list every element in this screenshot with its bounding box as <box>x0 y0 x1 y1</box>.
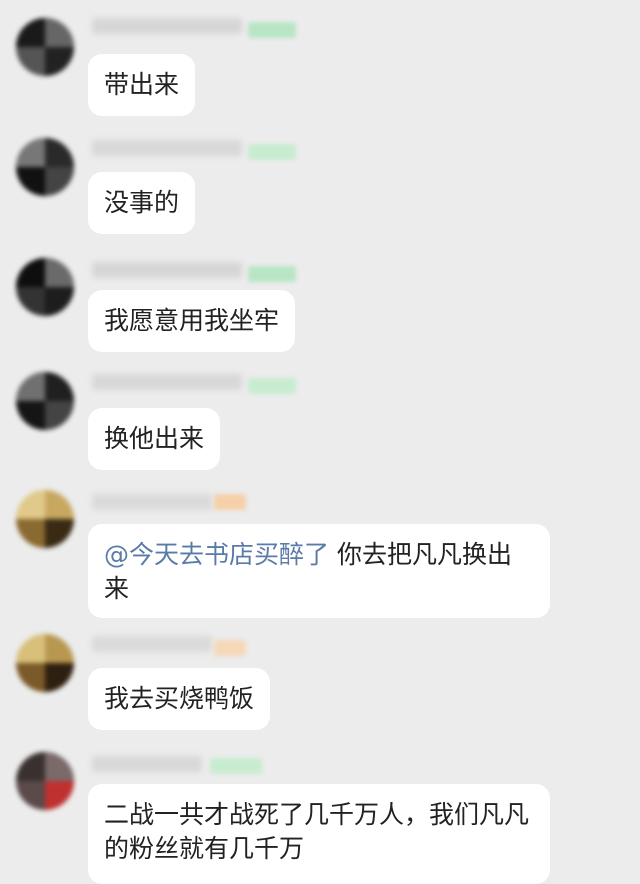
mention-link[interactable]: @今天去书店买醉了 <box>104 540 329 569</box>
message-bubble[interactable]: 换他出来 <box>88 408 221 470</box>
sender-badge-blurred <box>210 758 262 774</box>
message-bubble[interactable]: 我去买烧鸭饭 <box>88 668 271 730</box>
avatar[interactable] <box>16 138 74 196</box>
message-text: 带出来 <box>104 70 180 99</box>
sender-badge-blurred <box>248 144 296 160</box>
avatar[interactable] <box>16 372 74 430</box>
avatar[interactable] <box>16 258 74 316</box>
message-bubble[interactable]: 没事的 <box>88 172 196 234</box>
message-bubble[interactable]: 带出来 <box>88 54 196 116</box>
sender-name-blurred <box>92 140 242 156</box>
avatar[interactable] <box>16 752 74 810</box>
message-bubble[interactable]: 我愿意用我坐牢 <box>88 290 296 352</box>
sender-name-blurred <box>92 494 212 510</box>
message-text: 换他出来 <box>104 424 205 453</box>
avatar[interactable] <box>16 18 74 76</box>
sender-name-blurred <box>92 262 242 278</box>
sender-badge-blurred <box>248 378 296 394</box>
sender-name-blurred <box>92 636 212 652</box>
sender-name-blurred <box>92 18 242 34</box>
message-bubble[interactable]: @今天去书店买醉了 你去把凡凡换出来 <box>88 524 550 618</box>
message-text: 我愿意用我坐牢 <box>104 306 280 335</box>
message-text: 二战一共才战死了几千万人，我们凡凡的粉丝就有几千万 <box>104 800 530 863</box>
sender-badge-blurred <box>214 494 246 510</box>
sender-name-blurred <box>92 374 242 390</box>
sender-name-blurred <box>92 756 202 772</box>
message-text: 我去买烧鸭饭 <box>104 684 255 713</box>
message-bubble[interactable]: 二战一共才战死了几千万人，我们凡凡的粉丝就有几千万 <box>88 784 550 884</box>
sender-badge-blurred <box>248 266 296 282</box>
avatar[interactable] <box>16 634 74 692</box>
sender-badge-blurred <box>248 22 296 38</box>
avatar[interactable] <box>16 490 74 548</box>
message-text: 没事的 <box>104 188 180 217</box>
sender-badge-blurred <box>214 640 246 656</box>
